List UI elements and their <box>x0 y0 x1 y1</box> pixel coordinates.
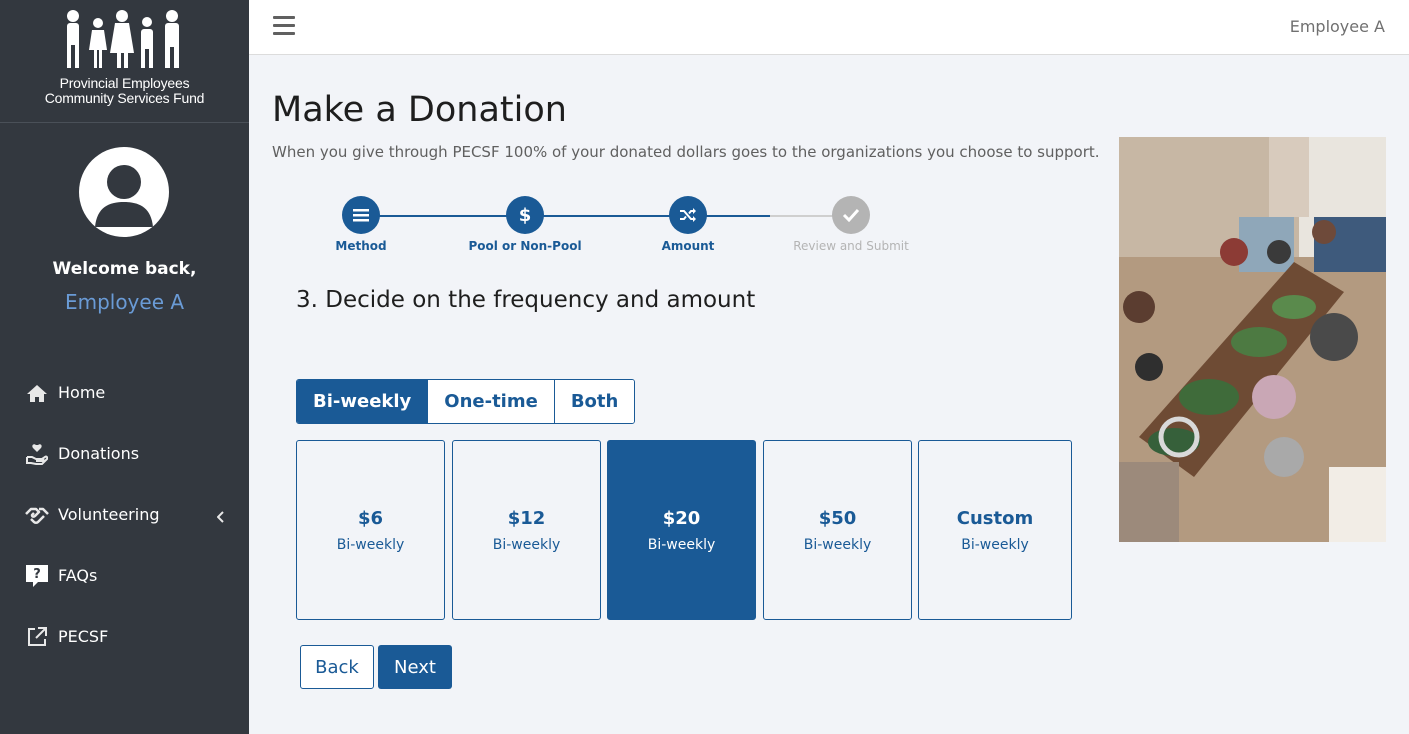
hamburger-menu-icon[interactable] <box>273 16 295 38</box>
page-subtitle: When you give through PECSF 100% of your… <box>272 143 1100 161</box>
frequency-biweekly-button[interactable]: Bi-weekly <box>297 380 429 423</box>
amount-period: Bi-weekly <box>492 536 561 553</box>
back-button[interactable]: Back <box>300 645 374 689</box>
amount-value: $20 <box>662 507 701 529</box>
page-title: Make a Donation <box>272 90 567 130</box>
amount-value: Custom <box>956 507 1034 529</box>
section-title: 3. Decide on the frequency and amount <box>296 287 756 313</box>
frequency-onetime-button[interactable]: One-time <box>428 380 555 423</box>
step-amount[interactable]: Amount <box>618 196 758 253</box>
sidebar-nav: Home Donations Volunteering ? FAQs PECSF <box>0 362 249 667</box>
dollar-icon: $ <box>506 196 544 234</box>
donations-icon <box>24 442 50 466</box>
top-bar: Employee A <box>249 0 1409 55</box>
volunteers-photo <box>1119 137 1386 542</box>
amount-value: $12 <box>507 507 546 529</box>
step-review[interactable]: Review and Submit <box>781 196 921 253</box>
faq-icon: ? <box>24 564 50 588</box>
sidebar-item-home[interactable]: Home <box>0 362 249 423</box>
sidebar-item-donations[interactable]: Donations <box>0 423 249 484</box>
step-method[interactable]: Method <box>291 196 431 253</box>
shuffle-icon <box>669 196 707 234</box>
chevron-left-icon[interactable] <box>216 508 225 527</box>
amount-period: Bi-weekly <box>647 536 716 553</box>
home-icon <box>24 381 50 405</box>
welcome-text: Welcome back, <box>52 259 197 279</box>
list-icon <box>342 196 380 234</box>
amount-period: Bi-weekly <box>803 536 872 553</box>
external-link-icon <box>24 625 50 649</box>
user-menu[interactable]: Employee A <box>1290 17 1385 36</box>
sidebar-item-label: Home <box>58 383 106 402</box>
progress-stepper: Method $ Pool or Non-Pool Amount Review … <box>296 196 936 256</box>
amount-value: $6 <box>357 507 384 529</box>
amount-period: Bi-weekly <box>336 536 405 553</box>
sidebar-item-label: Donations <box>58 444 140 463</box>
welcome-user-name: Employee A <box>64 290 185 314</box>
handshake-icon <box>24 503 50 527</box>
sidebar-item-faqs[interactable]: ? FAQs <box>0 545 249 606</box>
user-avatar-icon <box>95 165 153 227</box>
step-label: Review and Submit <box>793 239 909 253</box>
sidebar-item-label: PECSF <box>58 627 109 646</box>
step-label: Method <box>335 239 387 253</box>
amount-card-custom[interactable]: Custom Bi-weekly <box>918 440 1072 620</box>
frequency-both-button[interactable]: Both <box>554 380 635 423</box>
amount-value: $50 <box>818 507 857 529</box>
sidebar: Provincial Employees Community Services … <box>0 0 249 734</box>
frequency-toggle: Bi-weekly One-time Both <box>296 379 636 424</box>
amount-card-6[interactable]: $6 Bi-weekly <box>296 440 445 620</box>
check-icon <box>832 196 870 234</box>
logo-line-2: Community Services Fund <box>44 90 205 106</box>
step-label: Pool or Non-Pool <box>468 239 582 253</box>
step-label: Amount <box>661 239 715 253</box>
next-button[interactable]: Next <box>378 645 452 689</box>
svg-text:?: ? <box>33 567 41 582</box>
amount-period: Bi-weekly <box>961 536 1029 553</box>
sidebar-item-pecsf[interactable]: PECSF <box>0 606 249 667</box>
people-logo-icon <box>66 10 179 68</box>
step-pool[interactable]: $ Pool or Non-Pool <box>455 196 595 253</box>
amount-card-20[interactable]: $20 Bi-weekly <box>607 440 756 620</box>
sidebar-item-volunteering[interactable]: Volunteering <box>0 484 249 545</box>
amount-card-12[interactable]: $12 Bi-weekly <box>452 440 601 620</box>
logo-line-1: Provincial Employees <box>59 75 190 91</box>
sidebar-item-label: FAQs <box>58 566 98 585</box>
sidebar-item-label: Volunteering <box>58 505 160 524</box>
avatar <box>79 147 169 237</box>
amount-card-50[interactable]: $50 Bi-weekly <box>763 440 912 620</box>
pecsf-logo[interactable]: Provincial Employees Community Services … <box>0 0 249 123</box>
